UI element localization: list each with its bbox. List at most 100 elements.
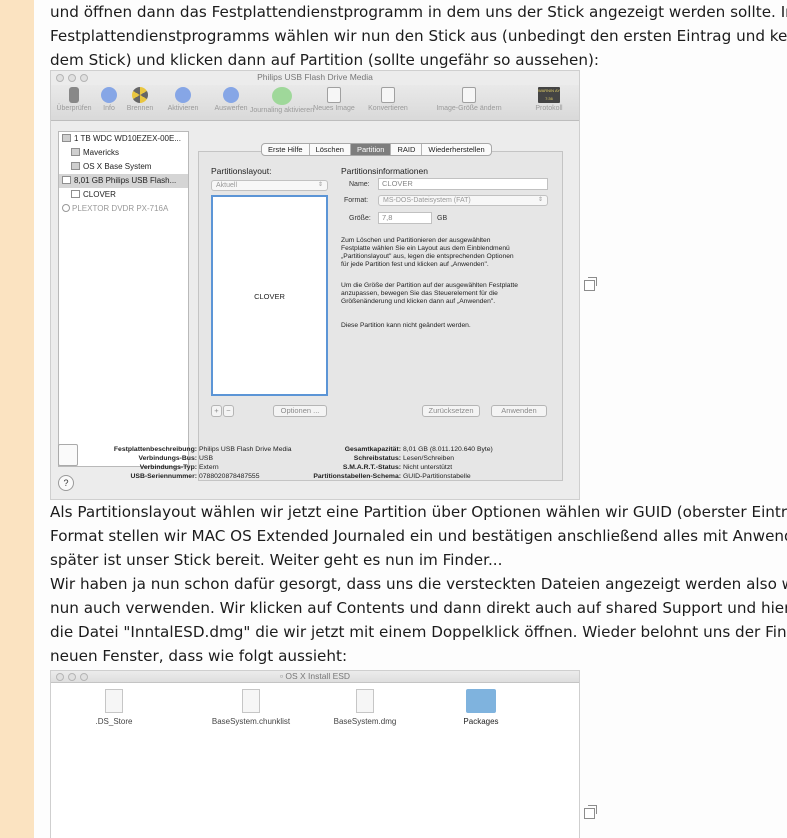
tab-bar: Erste Hilfe Löschen Partition RAID Wiede…: [261, 143, 492, 156]
size-unit: GB: [437, 215, 448, 222]
text-line: später ist unser Stick bereit. Weiter ge…: [50, 551, 503, 569]
sidebar-item-os-x-base-system[interactable]: OS X Base System: [59, 160, 188, 174]
text-line: nun auch verwenden. Wir klicken auf Cont…: [50, 599, 787, 617]
toolbar-convert[interactable]: Konvertieren: [365, 87, 411, 112]
folder-icon: [466, 689, 496, 713]
disk-details-right: Gesamtkapazität: 8,01 GB (8.011.120.640 B…: [313, 446, 493, 480]
toolbar-label: Journaling aktivieren: [249, 107, 315, 114]
format-label: Format:: [344, 197, 369, 204]
convert-icon: [381, 87, 395, 103]
usb-drive-icon: [58, 444, 78, 466]
expand-image-icon[interactable]: [584, 277, 597, 291]
expand-image-icon[interactable]: [584, 805, 597, 819]
toolbar-mount[interactable]: Aktivieren: [160, 87, 206, 112]
sidebar-item-plextor[interactable]: PLEXTOR DVDR PX-716A: [59, 202, 188, 216]
volume-icon: [71, 148, 80, 156]
tab-raid[interactable]: RAID: [391, 144, 423, 155]
usb-disk-icon: [62, 176, 71, 184]
toolbar: Überprüfen Info Brennen Aktivieren Auswe…: [51, 85, 579, 121]
sidebar-item-mavericks[interactable]: Mavericks: [59, 146, 188, 160]
name-label: Name:: [349, 181, 370, 188]
window-titlebar: Philips USB Flash Drive Media: [51, 71, 579, 85]
toolbar-log[interactable]: WARNIN AY 7:36 Protokoll: [526, 87, 572, 112]
toolbar-journaling[interactable]: Journaling aktivieren: [247, 87, 317, 114]
close-button[interactable]: [56, 673, 64, 681]
mount-icon: [175, 87, 191, 103]
microscope-icon: [69, 87, 79, 103]
stepper-arrows-icon: ⇕: [317, 182, 323, 188]
info-icon: [101, 87, 117, 103]
text-line: und öffnen dann das Festplattendienstpro…: [50, 3, 787, 21]
optical-drive-icon: [62, 204, 70, 212]
toolbar-burn[interactable]: Brennen: [117, 87, 163, 112]
partition-layout-label: Partitionslayout:: [211, 166, 272, 176]
sidebar-item-philips-usb[interactable]: 8,01 GB Philips USB Flash...: [59, 174, 188, 188]
text-line: neuen Fenster, dass wie folgt aussieht:: [50, 647, 348, 665]
resize-help-text: Um die Größe der Partition auf der ausge…: [341, 282, 518, 305]
name-field[interactable]: CLOVER: [378, 178, 548, 190]
zoom-button[interactable]: [80, 673, 88, 681]
article-paragraph-2: Als Partitionslayout wählen wir jetzt ei…: [50, 500, 787, 668]
add-partition-button[interactable]: +: [211, 405, 222, 417]
volume-icon: [71, 162, 80, 170]
eject-icon: [223, 87, 239, 103]
minimize-button[interactable]: [68, 673, 76, 681]
file-name: .DS_Store: [95, 717, 133, 726]
log-icon: WARNIN AY 7:36: [538, 87, 561, 103]
finder-folder-packages[interactable]: Packages: [431, 689, 531, 726]
file-name: BaseSystem.dmg: [333, 717, 397, 726]
toolbar-new-image[interactable]: Neues Image: [311, 87, 357, 112]
sidebar-item-clover[interactable]: CLOVER: [59, 188, 188, 202]
partition-info-heading: Partitionsinformationen: [341, 166, 428, 176]
text-line: Als Partitionslayout wählen wir jetzt ei…: [50, 503, 787, 521]
tab-restore[interactable]: Wiederherstellen: [422, 144, 490, 155]
text-line: Format stellen wir MAC OS Extended Journ…: [50, 527, 787, 545]
minimize-button[interactable]: [68, 74, 76, 82]
options-button[interactable]: Optionen ...: [273, 405, 327, 417]
format-select[interactable]: MS-DOS-Dateisystem (FAT) ⇕: [378, 195, 548, 206]
toolbar-label: Protokoll: [535, 105, 563, 112]
disk-image-icon: [356, 689, 374, 713]
tab-first-aid[interactable]: Erste Hilfe: [262, 144, 310, 155]
tab-erase[interactable]: Löschen: [310, 144, 351, 155]
burn-icon: [132, 87, 148, 103]
file-name: BaseSystem.chunklist: [211, 717, 291, 726]
toolbar-label: Aktivieren: [167, 105, 199, 112]
zoom-button[interactable]: [80, 74, 88, 82]
toolbar-label: Neues Image: [313, 105, 355, 112]
device-sidebar: 1 TB WDC WD10EZEX-00E... Mavericks OS X …: [58, 131, 189, 467]
new-image-icon: [327, 87, 341, 103]
close-button[interactable]: [56, 74, 64, 82]
partition-label: CLOVER: [254, 292, 285, 301]
toolbar-label: Konvertieren: [368, 105, 408, 112]
sidebar-item-wdc-disk[interactable]: 1 TB WDC WD10EZEX-00E...: [59, 132, 188, 146]
partition-locked-text: Diese Partition kann nicht geändert werd…: [341, 322, 471, 329]
help-button[interactable]: ?: [58, 475, 74, 491]
text-line: Festplattendienstprogramms wählen wir nu…: [50, 27, 787, 45]
resize-image-icon: [462, 87, 476, 103]
finder-titlebar: ▫ OS X Install ESD: [51, 671, 579, 683]
stepper-arrows-icon: ⇕: [537, 197, 543, 203]
finder-screenshot: ▫ OS X Install ESD .DS_Store BaseSystem.…: [50, 670, 580, 838]
disk-details-left: Festplattenbeschreibung: Philips USB Flas…: [113, 446, 292, 480]
toolbar-label: Brennen: [126, 105, 154, 112]
size-label: Größe:: [349, 215, 371, 222]
partition-layout-select[interactable]: Aktuell ⇕: [211, 180, 328, 191]
window-title: Philips USB Flash Drive Media: [257, 72, 373, 82]
remove-partition-button[interactable]: −: [223, 405, 234, 417]
window-controls: [56, 74, 88, 82]
disk-utility-screenshot: Philips USB Flash Drive Media Überprüfen…: [50, 70, 580, 500]
partition-layout-diagram[interactable]: CLOVER: [211, 195, 328, 396]
finder-file-basesystem-dmg[interactable]: BaseSystem.dmg: [310, 689, 420, 726]
text-line: Wir haben ja nun schon dafür gesorgt, da…: [50, 575, 787, 593]
size-field[interactable]: 7,8: [378, 212, 432, 224]
finder-file-ds-store[interactable]: .DS_Store: [64, 689, 164, 726]
finder-file-chunklist[interactable]: BaseSystem.chunklist: [186, 689, 316, 726]
article-content: und öffnen dann das Festplattendienstpro…: [34, 0, 787, 838]
revert-button[interactable]: Zurücksetzen: [422, 405, 480, 417]
partition-help-text: Zum Löschen und Partitionieren der ausge…: [341, 237, 514, 268]
tab-partition[interactable]: Partition: [350, 144, 392, 155]
article-paragraph-1: und öffnen dann das Festplattendienstpro…: [50, 0, 787, 72]
toolbar-resize-image[interactable]: Image-Größe ändern: [429, 87, 509, 112]
apply-button[interactable]: Anwenden: [491, 405, 547, 417]
